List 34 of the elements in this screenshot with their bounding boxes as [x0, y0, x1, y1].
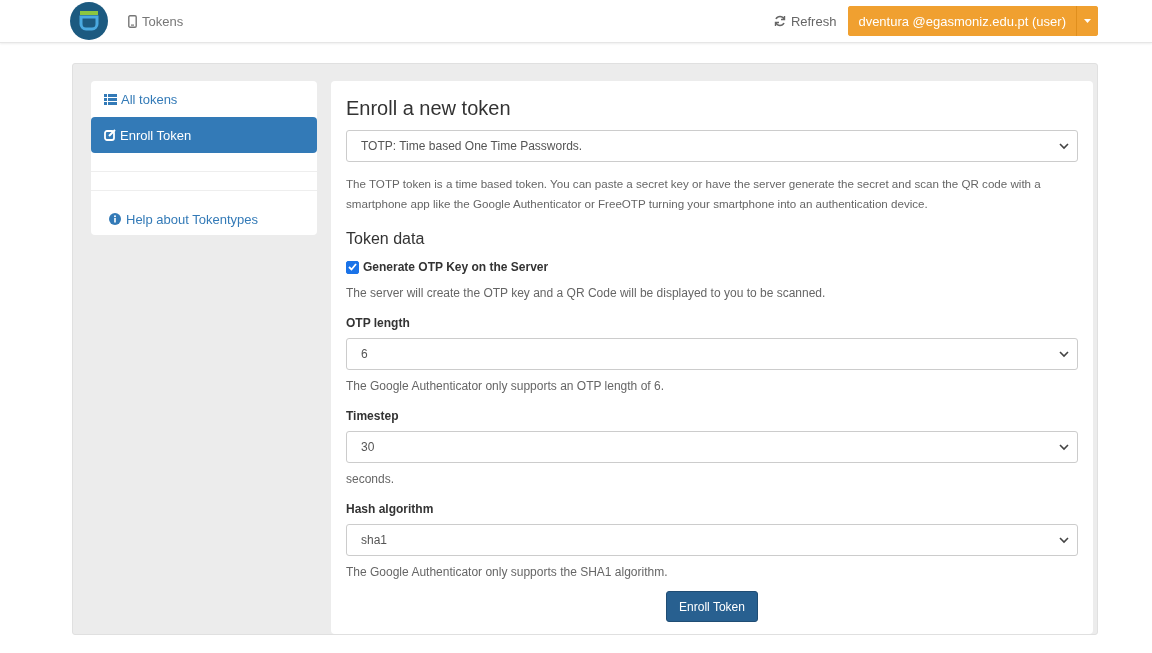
dropdown-toggle[interactable] [1076, 6, 1098, 36]
help-text: The Google Authenticator only supports the SHA1 algorithm. [346, 565, 669, 579]
chevron-down-icon [1059, 536, 1069, 544]
select-field[interactable]: 6 [346, 338, 1078, 370]
help-link[interactable]: Help about Tokentypes [91, 211, 317, 227]
section-heading: Token data [346, 230, 426, 248]
chevron-down-icon [1059, 142, 1069, 150]
checkbox[interactable] [346, 260, 359, 274]
chevron-down-icon [1059, 350, 1069, 358]
field-label: Hash algorithm [346, 502, 435, 516]
info-icon [109, 213, 121, 225]
refresh-link[interactable]: Refresh [773, 13, 837, 29]
caret-icon [1084, 19, 1091, 23]
logo-icon[interactable] [70, 2, 108, 40]
sidebar-item[interactable]: All tokens [91, 81, 317, 117]
field-label: Timestep [346, 409, 400, 423]
checkbox-label: Generate OTP Key on the Server [363, 260, 549, 274]
token-type-select[interactable]: TOTP: Time based One Time Passwords. [346, 130, 1078, 162]
field-label: OTP length [346, 316, 411, 330]
help-text: The Google Authenticator only supports an OTP length of 6. [346, 379, 665, 393]
enroll-button[interactable]: Enroll Token [666, 591, 758, 622]
nav-link[interactable]: Tokens [128, 13, 184, 29]
help-text: seconds. [346, 472, 396, 486]
refresh-icon [773, 15, 786, 27]
select-field[interactable]: sha1 [346, 524, 1078, 556]
select-field[interactable]: 30 [346, 431, 1078, 463]
form-title: Enroll a new token [346, 97, 512, 120]
list-icon [104, 93, 117, 105]
mobile-icon [128, 14, 137, 28]
sidebar-item[interactable]: Enroll Token [91, 117, 317, 153]
help-text: The server will create the OTP key and a QR Code will be displayed to you to be scanned. [346, 286, 827, 300]
chevron-down-icon [1059, 443, 1069, 451]
token-description: The TOTP token is a time based token. You can paste a secret key or have the server generate the secret and scan the QR code with a smartphone app like the Google Authenticator or FreeOTP turning your smartphone into an authentication device. [346, 176, 1042, 212]
edit-icon [104, 129, 116, 141]
